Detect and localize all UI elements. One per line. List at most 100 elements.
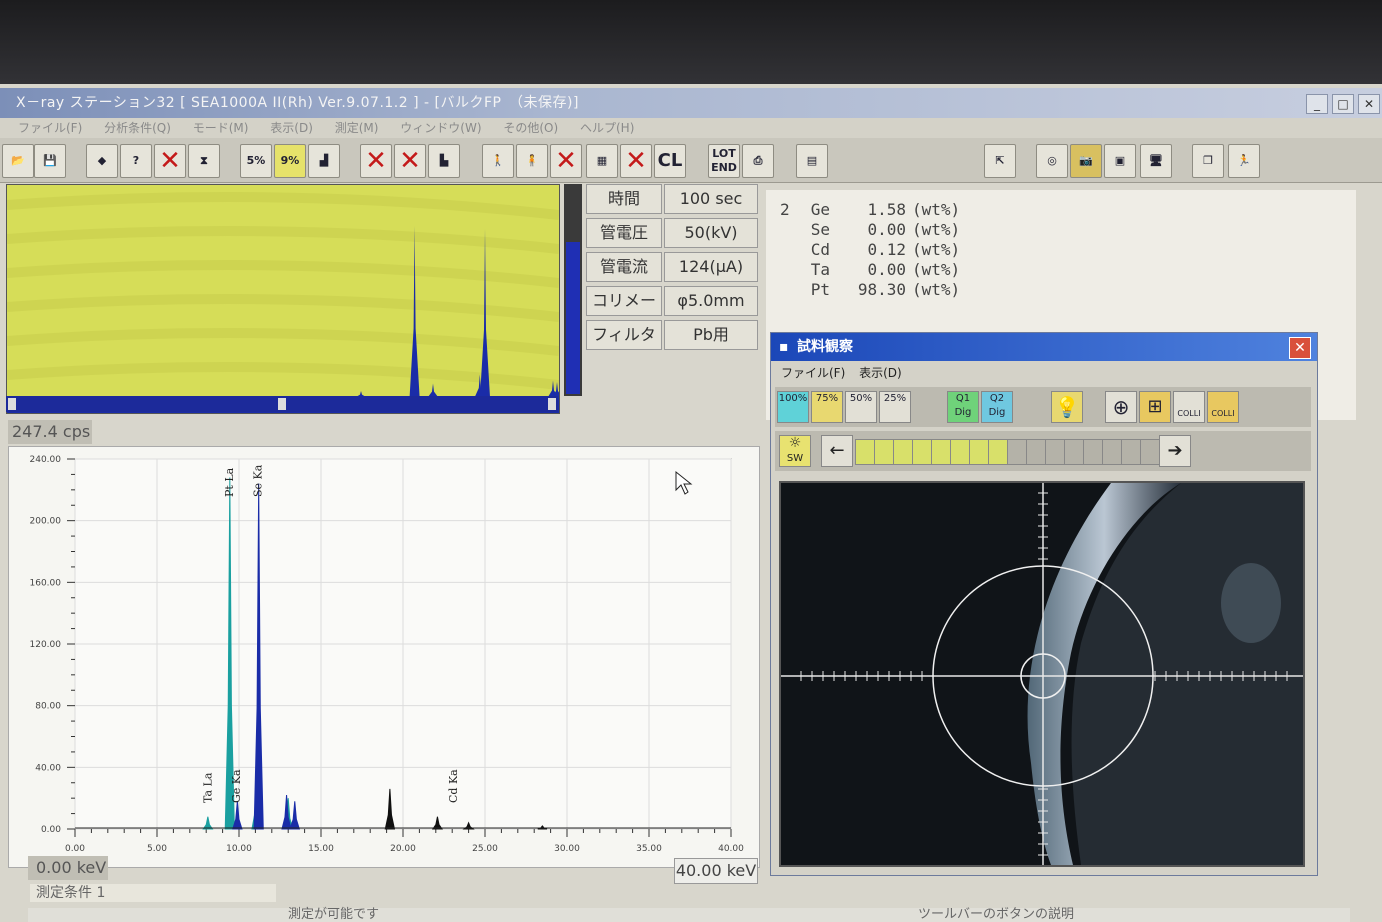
lamp-segment[interactable]: [1083, 439, 1103, 465]
hourglass-icon[interactable]: ⧗: [188, 144, 220, 178]
result-value: 98.30: [857, 280, 906, 299]
sw-button[interactable]: ☼ SW: [779, 435, 811, 467]
menu-other[interactable]: その他(O): [503, 121, 558, 135]
lamp-segment[interactable]: [893, 439, 913, 465]
camera-window-icon: ▪: [779, 339, 789, 355]
cl-button[interactable]: CL: [654, 144, 686, 178]
param-label: コリメータ: [586, 286, 662, 338]
percent-9-button[interactable]: 9%: [274, 144, 306, 178]
camera-view[interactable]: [779, 481, 1305, 867]
light-bulb-icon[interactable]: 💡: [1051, 391, 1083, 423]
obs-menu-file[interactable]: ファイル(F): [781, 366, 845, 380]
sample-stage-icon[interactable]: ◎: [1036, 144, 1068, 178]
lamp-segment[interactable]: [855, 439, 875, 465]
zoom-75-button[interactable]: 75%: [811, 391, 843, 423]
query-icon[interactable]: ?: [120, 144, 152, 178]
menu-conditions[interactable]: 分析条件(Q): [104, 121, 171, 135]
spectrum-icon[interactable]: ▟: [308, 144, 340, 178]
param-value: 100 sec: [664, 184, 758, 214]
lamp-decrease-button[interactable]: ←: [821, 435, 853, 467]
lamp-segment[interactable]: [1102, 439, 1122, 465]
ruler-icon[interactable]: ⊞: [1139, 391, 1171, 423]
lamp-segment[interactable]: [1121, 439, 1141, 465]
menu-measure[interactable]: 測定(M): [335, 121, 379, 135]
param-label: フィルタ: [586, 320, 662, 350]
minimize-button[interactable]: _: [1306, 94, 1328, 114]
lamp-increase-button[interactable]: ➔: [1159, 435, 1191, 467]
intensity-scroll-fill: [566, 242, 580, 394]
exit-icon[interactable]: 🏃: [1228, 144, 1260, 178]
menu-file[interactable]: ファイル(F): [18, 121, 82, 135]
colli-alt-button[interactable]: COLLI: [1207, 391, 1239, 423]
person-start-icon[interactable]: 🚶: [482, 144, 514, 178]
panel-icon[interactable]: ▣: [1104, 144, 1136, 178]
y-tick-label: 120.00: [30, 640, 62, 650]
observation-close-button[interactable]: ✕: [1289, 337, 1311, 359]
x-tick-label: 10.00: [226, 844, 252, 854]
zoom-100-button[interactable]: 100%: [777, 391, 809, 423]
menu-help[interactable]: ヘルプ(H): [580, 121, 634, 135]
obs-menu-view[interactable]: 表示(D): [859, 366, 902, 380]
lamp-segment[interactable]: [874, 439, 894, 465]
printer-icon[interactable]: ⎙: [742, 144, 774, 178]
condition-tab[interactable]: 測定条件 1: [30, 884, 276, 902]
digital-zoom-1-button[interactable]: Q1 Dig: [947, 391, 979, 423]
export-icon[interactable]: ⇱: [984, 144, 1016, 178]
peak-annotation: Ta La: [201, 772, 214, 803]
y-tick-label: 40.00: [35, 763, 61, 773]
lamp-segment[interactable]: [988, 439, 1008, 465]
spectrum-scrollbar[interactable]: [6, 396, 558, 412]
digital-zoom-2-button[interactable]: Q2 Dig: [981, 391, 1013, 423]
lamp-segment[interactable]: [912, 439, 932, 465]
scroll-right-handle[interactable]: [548, 398, 556, 410]
param-filter: フィルタ Pb用: [586, 320, 758, 350]
percent-5-button[interactable]: 5%: [240, 144, 272, 178]
param-value: φ5.0mm: [664, 286, 758, 316]
log-spectrum-icon[interactable]: ▙: [428, 144, 460, 178]
save-icon[interactable]: 💾: [34, 144, 66, 178]
lamp-segment[interactable]: [1140, 439, 1160, 465]
lamp-segment[interactable]: [1026, 439, 1046, 465]
windows-icon[interactable]: ❐: [1192, 144, 1224, 178]
zoom-50-button[interactable]: 50%: [845, 391, 877, 423]
scroll-mid-handle[interactable]: [278, 398, 286, 410]
lot-end-button[interactable]: LOT END: [708, 144, 740, 178]
param-value: Pb用: [664, 320, 758, 350]
report-icon[interactable]: ▤: [796, 144, 828, 178]
sample-icon[interactable]: ◆: [86, 144, 118, 178]
calculator-icon[interactable]: ▦: [586, 144, 618, 178]
cancel-icon[interactable]: ✕: [154, 144, 186, 178]
intensity-scrollbar[interactable]: [564, 184, 582, 396]
window-title: X－ray ステーション32 [ SEA1000A II(Rh) Ver.9.0…: [16, 95, 579, 111]
lamp-segment[interactable]: [969, 439, 989, 465]
zoom-25-button[interactable]: 25%: [879, 391, 911, 423]
y-tick-label: 200.00: [30, 517, 62, 527]
spectrum-chart[interactable]: 0.00 5.00 10.00 15.00 20.00 25.00 30.00 35.00 40…: [9, 447, 759, 867]
open-folder-icon[interactable]: 📂: [2, 144, 34, 178]
maximize-button[interactable]: □: [1332, 94, 1354, 114]
lamp-segment[interactable]: [1045, 439, 1065, 465]
menu-window[interactable]: ウィンドウ(W): [400, 121, 481, 135]
cancel-off-icon[interactable]: ✕: [620, 144, 652, 178]
close-button[interactable]: ✕: [1358, 94, 1380, 114]
dig-sub-label: Dig: [988, 407, 1006, 418]
cancel-spectrum-icon[interactable]: ✕: [360, 144, 392, 178]
colli-button[interactable]: COLLI: [1173, 391, 1205, 423]
lamp-segment[interactable]: [931, 439, 951, 465]
cancel-scale-icon[interactable]: ✕: [394, 144, 426, 178]
scroll-left-handle[interactable]: [8, 398, 16, 410]
sample-observation-window: ▪ 試料観察 ✕ ファイル(F) 表示(D) 100% 75% 50% 25% …: [770, 332, 1318, 876]
lamp-segment[interactable]: [950, 439, 970, 465]
lamp-segment[interactable]: [1064, 439, 1084, 465]
dig-sub-label: Dig: [954, 407, 972, 418]
menu-mode[interactable]: モード(M): [193, 121, 249, 135]
menu-view[interactable]: 表示(D): [270, 121, 313, 135]
crosshair-icon[interactable]: ⊕: [1105, 391, 1137, 423]
monitor-icon[interactable]: 🖥: [1140, 144, 1172, 178]
cancel-measure-icon[interactable]: ✕: [550, 144, 582, 178]
lamp-segment[interactable]: [1007, 439, 1027, 465]
param-voltage: 管電圧 50(kV): [586, 218, 758, 248]
observation-menu: ファイル(F) 表示(D): [771, 361, 1317, 385]
person-stop-icon[interactable]: 🧍: [516, 144, 548, 178]
camera-icon[interactable]: 📷: [1070, 144, 1102, 178]
